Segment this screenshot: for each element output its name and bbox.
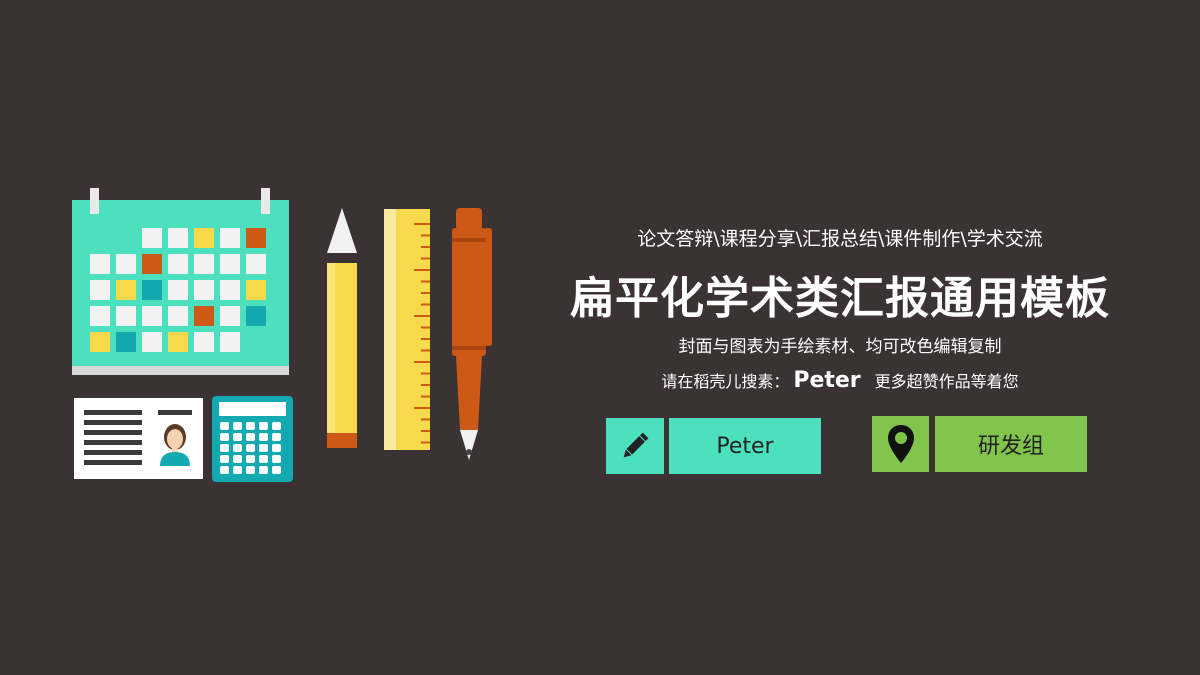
calendar-cell <box>246 254 266 274</box>
calculator-key <box>272 433 281 441</box>
calendar-cell <box>194 280 214 300</box>
author-button[interactable]: Peter <box>669 418 821 474</box>
calendar-cell <box>116 280 136 300</box>
calculator-key <box>220 444 229 452</box>
calendar-cell <box>168 228 188 248</box>
calendar-cell <box>168 332 188 352</box>
ruler-tick <box>421 372 430 375</box>
author-icon-box[interactable] <box>606 418 664 474</box>
calendar-cell <box>142 254 162 274</box>
ruler-tick <box>414 361 430 363</box>
calendar-cell <box>168 280 188 300</box>
calendar-cell <box>116 332 136 352</box>
search-suffix: 更多超赞作品等着您 <box>874 372 1019 391</box>
calculator-key <box>246 455 255 463</box>
calendar-cell <box>90 332 110 352</box>
search-prefix: 请在稻壳儿搜素： <box>661 372 790 391</box>
calendar-cell <box>246 306 266 326</box>
calculator-key <box>246 444 255 452</box>
calendar-cell <box>90 280 110 300</box>
calendar-cell <box>90 254 110 274</box>
calendar-cell <box>246 228 266 248</box>
calculator-illustration <box>212 396 293 482</box>
calculator-key <box>220 466 229 474</box>
calendar-cell <box>194 332 214 352</box>
ruler-tick <box>421 280 430 283</box>
calculator-key <box>272 466 281 474</box>
calculator-key <box>220 455 229 463</box>
description: 封面与图表为手绘素材、均可改色编辑复制 <box>678 337 1002 357</box>
calendar-cell <box>142 280 162 300</box>
calendar-cell <box>116 306 136 326</box>
page-title: 扁平化学术类汇报通用模板 <box>570 273 1110 324</box>
ruler-tick <box>421 395 430 398</box>
ruler-tick <box>421 326 430 329</box>
calendar-illustration <box>72 188 289 375</box>
calculator-key <box>233 433 242 441</box>
calculator-key <box>233 466 242 474</box>
ruler-tick <box>421 303 430 306</box>
calendar-cell <box>220 228 240 248</box>
pencil-illustration <box>327 208 357 448</box>
calendar-cell <box>194 306 214 326</box>
search-hint: 请在稻壳儿搜素： Peter 更多超赞作品等着您 <box>540 368 1140 393</box>
calendar-cell <box>168 306 188 326</box>
calculator-key <box>259 466 268 474</box>
ruler-tick <box>421 384 430 386</box>
calculator-key <box>272 444 281 452</box>
ruler-tick <box>421 441 430 444</box>
calculator-key <box>259 433 268 441</box>
ruler-illustration <box>384 209 430 450</box>
calculator-key <box>246 433 255 441</box>
location-pin-icon <box>887 425 914 463</box>
ruler-tick <box>421 246 430 248</box>
calendar-cell <box>142 306 162 326</box>
search-name: Peter <box>793 368 861 393</box>
calendar-cell <box>220 332 240 352</box>
subtitle: 论文答辩\课程分享\汇报总结\课件制作\学术交流 <box>637 228 1043 250</box>
calendar-cell <box>116 254 136 274</box>
ruler-tick <box>421 292 430 294</box>
ruler-tick <box>421 338 430 340</box>
calculator-key <box>220 433 229 441</box>
calendar-cell <box>142 228 162 248</box>
calculator-key <box>272 455 281 463</box>
calculator-key <box>272 422 281 430</box>
pen-illustration <box>452 208 492 460</box>
ruler-tick <box>414 407 430 409</box>
calendar-cell <box>220 306 240 326</box>
calendar-cell <box>90 306 110 326</box>
ruler-tick <box>421 430 430 432</box>
calculator-key <box>233 444 242 452</box>
calculator-key <box>246 422 255 430</box>
calendar-cell <box>168 254 188 274</box>
ruler-tick <box>414 269 430 271</box>
calendar-cell <box>194 228 214 248</box>
group-button[interactable]: 研发组 <box>935 416 1087 472</box>
ruler-tick <box>421 257 430 260</box>
calculator-key <box>259 455 268 463</box>
calendar-cell <box>220 254 240 274</box>
calendar-cell <box>142 332 162 352</box>
ruler-tick <box>421 234 430 237</box>
calendar-cell <box>246 280 266 300</box>
avatar-icon <box>160 424 190 466</box>
ruler-tick <box>414 315 430 317</box>
pencil-icon <box>623 432 649 458</box>
calculator-key <box>220 422 229 430</box>
calculator-key <box>259 422 268 430</box>
calculator-key <box>233 455 242 463</box>
group-icon-box[interactable] <box>872 416 929 472</box>
id-card-illustration <box>74 398 203 479</box>
ruler-tick <box>421 418 430 421</box>
calendar-cell <box>220 280 240 300</box>
calculator-key <box>233 422 242 430</box>
calendar-cell <box>194 254 214 274</box>
calculator-key <box>259 444 268 452</box>
calculator-key <box>246 466 255 474</box>
ruler-tick <box>414 223 430 225</box>
ruler-tick <box>421 349 430 352</box>
